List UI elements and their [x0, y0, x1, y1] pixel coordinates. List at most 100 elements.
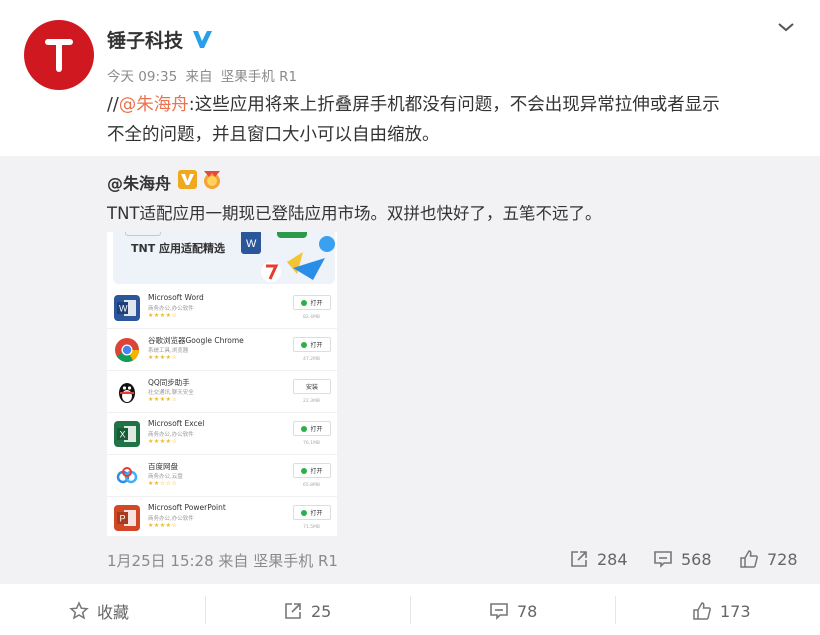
button-label: 打开 — [310, 342, 323, 349]
word-icon: W — [114, 295, 140, 321]
app-store-screenshot[interactable]: TNT 应用适配精选 W W Microsoft Word 商务办公,办公软件 … — [107, 232, 337, 536]
app-name: Microsoft Word — [148, 293, 204, 302]
repost-like-button[interactable]: 728 — [739, 548, 798, 570]
repost-forward-count: 284 — [597, 549, 628, 569]
svg-text:P: P — [120, 514, 126, 524]
verified-badge-icon — [178, 170, 197, 189]
open-button[interactable]: 打开 — [293, 337, 331, 352]
button-label: 打开 — [310, 468, 323, 475]
open-button[interactable]: 打开 — [293, 421, 331, 436]
open-button[interactable]: 打开 — [293, 505, 331, 520]
repost-source-prefix: 来自 — [218, 552, 249, 570]
verified-icon — [193, 31, 212, 48]
divider — [615, 596, 616, 624]
post-text-line1: :这些应用将来上折叠屏手机都没有问题，不会出现异常拉伸或者显示 — [188, 95, 720, 115]
app-name: Microsoft Excel — [148, 419, 205, 428]
app-size: 22.3MB — [303, 399, 320, 404]
avatar[interactable] — [24, 20, 94, 90]
baidu-netdisk-icon — [114, 463, 140, 489]
check-icon — [301, 341, 308, 348]
comment-icon — [490, 603, 508, 620]
open-button[interactable]: 打开 — [293, 295, 331, 310]
banner: TNT 应用适配精选 W — [113, 232, 335, 284]
repost-meta: 1月25日 15:28 来自 坚果手机 R1 — [107, 550, 338, 571]
repost-text: TNT适配应用一期现已登陆应用市场。双拼也快好了，五笔不远了。 — [107, 204, 602, 223]
app-name: 百度网盘 — [148, 462, 178, 471]
like-button[interactable]: 173 — [692, 600, 751, 622]
post-username[interactable]: 锤子科技 — [107, 26, 183, 53]
forward-button[interactable]: 25 — [283, 600, 331, 622]
app-row[interactable]: 百度网盘 商务办公,云盘 ★★☆☆☆ 打开 65.8MB — [107, 455, 337, 497]
repost-source: 坚果手机 R1 — [253, 552, 338, 570]
thumbs-up-icon — [693, 602, 711, 620]
app-category: 商务办公,办公软件 — [148, 516, 194, 522]
repost-forward-button[interactable]: 284 — [569, 548, 628, 570]
divider — [205, 596, 206, 624]
post-text-prefix: // — [107, 95, 119, 115]
chevron-down-icon[interactable] — [776, 19, 796, 35]
chrome-icon — [114, 337, 140, 363]
qq-penguin-icon — [114, 379, 140, 405]
app-size: 71.5MB — [303, 525, 320, 530]
forward-icon — [571, 551, 587, 567]
repost-comment-button[interactable]: 568 — [653, 548, 712, 570]
app-name: Microsoft PowerPoint — [148, 503, 226, 512]
app-category: 商务办公,办公软件 — [148, 432, 194, 438]
button-label: 打开 — [310, 300, 323, 307]
app-category: 商务办公,云盘 — [148, 474, 183, 480]
divider — [410, 596, 411, 624]
app-category: 社交通讯,聊天安全 — [148, 390, 194, 396]
post-source-prefix: 来自 — [185, 69, 213, 85]
post-source: 坚果手机 R1 — [220, 69, 298, 85]
button-label: 安装 — [305, 384, 318, 391]
app-row[interactable]: QQ同步助手 社交通讯,聊天安全 ★★★★☆ 安装 22.3MB — [107, 371, 337, 413]
mention-link[interactable]: @朱海舟 — [119, 95, 189, 115]
app-rating: ★★★★☆ — [148, 354, 178, 361]
svg-text:W: W — [246, 238, 257, 250]
post-meta: 今天 09:35 来自 坚果手机 R1 — [107, 65, 301, 85]
check-icon — [301, 509, 308, 516]
app-name: 谷歌浏览器Google Chrome — [148, 336, 244, 345]
smartisan-logo-icon — [45, 39, 73, 72]
app-size: 76.1MB — [303, 441, 320, 446]
excel-icon: X — [114, 421, 140, 447]
repost-comment-count: 568 — [681, 549, 712, 569]
comment-count: 78 — [517, 601, 538, 621]
check-icon — [301, 299, 308, 306]
banner-title: TNT 应用适配精选 — [131, 242, 226, 255]
post-time[interactable]: 今天 09:35 — [107, 69, 177, 85]
post-body: //@朱海舟:这些应用将来上折叠屏手机都没有问题，不会出现异常拉伸或者显示 不全… — [107, 90, 797, 150]
svg-text:X: X — [120, 430, 126, 440]
button-label: 打开 — [310, 426, 323, 433]
open-button[interactable]: 打开 — [293, 463, 331, 478]
favorite-label: 收藏 — [97, 603, 130, 622]
app-size: 65.8MB — [303, 483, 320, 488]
check-icon — [301, 467, 308, 474]
comment-button[interactable]: 78 — [489, 600, 537, 622]
banner-tab — [125, 232, 161, 236]
svg-text:W: W — [119, 304, 128, 314]
post-text-line2: 不全的问题，并且窗口大小可以自由缩放。 — [107, 125, 440, 145]
app-row[interactable]: P Microsoft PowerPoint 商务办公,办公软件 ★★★★☆ 打… — [107, 497, 337, 536]
app-category: 系统工具,浏览器 — [148, 348, 189, 354]
star-icon — [69, 601, 89, 620]
app-rating: ★★☆☆☆ — [148, 480, 178, 487]
install-button[interactable]: 安装 — [293, 379, 331, 394]
button-label: 打开 — [310, 510, 323, 517]
app-size: 47.2MB — [303, 357, 320, 362]
repost-like-count: 728 — [767, 549, 798, 569]
repost-time[interactable]: 1月25日 15:28 — [107, 552, 214, 570]
check-icon — [301, 425, 308, 432]
app-rating: ★★★★☆ — [148, 522, 178, 529]
app-row[interactable]: X Microsoft Excel 商务办公,办公软件 ★★★★☆ 打开 76.… — [107, 413, 337, 455]
forward-count: 25 — [311, 601, 332, 621]
comment-icon — [654, 551, 672, 568]
repost-username[interactable]: @朱海舟 — [107, 170, 171, 194]
app-row[interactable]: 谷歌浏览器Google Chrome 系统工具,浏览器 ★★★★☆ 打开 47.… — [107, 329, 337, 371]
like-count: 173 — [720, 601, 751, 621]
favorite-button[interactable]: 收藏 — [69, 600, 129, 622]
banner-illustration-icon: W — [241, 232, 335, 282]
forward-icon — [285, 603, 301, 619]
medal-icon — [204, 171, 220, 189]
app-row[interactable]: W Microsoft Word 商务办公,办公软件 ★★★★☆ 打开 82.4… — [107, 287, 337, 329]
